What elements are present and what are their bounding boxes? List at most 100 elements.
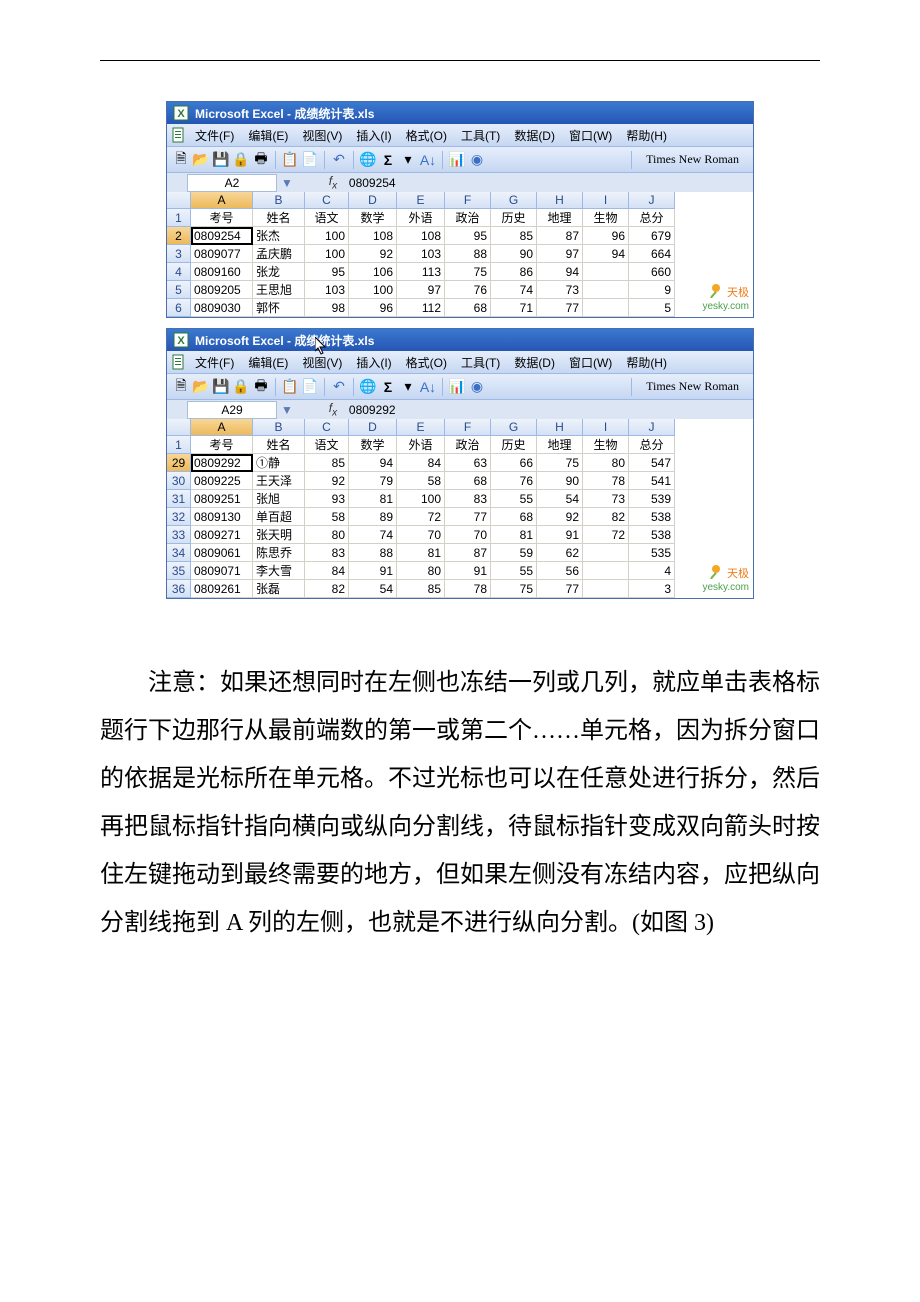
table-cell[interactable] (583, 299, 629, 317)
table-cell[interactable] (583, 281, 629, 299)
table-cell[interactable]: 56 (537, 562, 583, 580)
open-icon[interactable]: 📂 (193, 152, 209, 168)
table-cell[interactable]: 96 (349, 299, 397, 317)
table-cell[interactable]: 4 (629, 562, 675, 580)
table-cell[interactable]: 58 (397, 472, 445, 490)
table-cell[interactable]: 92 (305, 472, 349, 490)
table-header-cell[interactable]: 考号 (191, 436, 253, 454)
table-cell[interactable]: 72 (583, 526, 629, 544)
menu-data[interactable]: 数据(D) (508, 353, 561, 372)
table-cell[interactable]: 82 (583, 508, 629, 526)
table-cell[interactable]: 660 (629, 263, 675, 281)
table-cell[interactable]: 张杰 (253, 227, 305, 245)
hyperlink-icon[interactable]: 🌐 (360, 379, 376, 395)
menu-window[interactable]: 窗口(W) (563, 353, 618, 372)
menu-edit[interactable]: 编辑(E) (242, 126, 294, 145)
table-cell[interactable]: 80 (397, 562, 445, 580)
table-cell[interactable]: 75 (537, 454, 583, 472)
table-cell[interactable]: 孟庆鹏 (253, 245, 305, 263)
save-icon[interactable]: 💾 (213, 152, 229, 168)
table-cell[interactable]: 103 (397, 245, 445, 263)
table-cell[interactable]: 3 (629, 580, 675, 598)
table-cell[interactable]: 91 (445, 562, 491, 580)
column-header[interactable]: B (253, 192, 305, 209)
table-cell[interactable]: 547 (629, 454, 675, 472)
font-name-box[interactable]: Times New Roman (638, 152, 747, 167)
sort-asc-icon[interactable]: A↓ (420, 152, 436, 168)
permission-icon[interactable]: 🔒 (233, 379, 249, 395)
table-header-cell[interactable]: 地理 (537, 436, 583, 454)
column-header[interactable]: J (629, 419, 675, 436)
table-cell[interactable]: 76 (491, 472, 537, 490)
name-box[interactable]: A29 (187, 401, 277, 419)
formula-content[interactable]: 0809292 (343, 403, 396, 417)
table-cell[interactable]: 90 (537, 472, 583, 490)
table-cell[interactable] (583, 562, 629, 580)
column-header[interactable]: I (583, 419, 629, 436)
table-cell[interactable]: 88 (349, 544, 397, 562)
table-cell[interactable]: 0809130 (191, 508, 253, 526)
column-header[interactable]: A (191, 419, 253, 436)
table-header-cell[interactable]: 政治 (445, 436, 491, 454)
table-cell[interactable]: 75 (491, 580, 537, 598)
table-cell[interactable]: 85 (397, 580, 445, 598)
row-header[interactable]: 1 (167, 436, 191, 454)
table-cell[interactable]: 0809271 (191, 526, 253, 544)
table-cell[interactable]: 106 (349, 263, 397, 281)
table-header-cell[interactable]: 政治 (445, 209, 491, 227)
table-cell[interactable]: 100 (305, 245, 349, 263)
table-cell[interactable]: 0809030 (191, 299, 253, 317)
menu-insert[interactable]: 插入(I) (350, 353, 397, 372)
menu-format[interactable]: 格式(O) (400, 126, 453, 145)
table-cell[interactable]: 97 (537, 245, 583, 263)
table-header-cell[interactable]: 历史 (491, 436, 537, 454)
paste-icon[interactable]: 📄 (302, 152, 318, 168)
table-cell[interactable] (583, 263, 629, 281)
column-header[interactable]: F (445, 419, 491, 436)
table-header-cell[interactable]: 地理 (537, 209, 583, 227)
column-header[interactable]: G (491, 192, 537, 209)
table-cell[interactable]: 郭怀 (253, 299, 305, 317)
table-cell[interactable]: 91 (537, 526, 583, 544)
table-cell[interactable]: 98 (305, 299, 349, 317)
menu-insert[interactable]: 插入(I) (350, 126, 397, 145)
table-cell[interactable]: 张磊 (253, 580, 305, 598)
table-cell[interactable]: 0809160 (191, 263, 253, 281)
table-cell[interactable]: 张旭 (253, 490, 305, 508)
row-header[interactable]: 2 (167, 227, 191, 245)
menu-help[interactable]: 帮助(H) (620, 126, 673, 145)
table-cell[interactable]: 54 (537, 490, 583, 508)
table-cell[interactable]: 王思旭 (253, 281, 305, 299)
table-cell[interactable]: 664 (629, 245, 675, 263)
row-header[interactable]: 31 (167, 490, 191, 508)
table-cell[interactable]: 73 (583, 490, 629, 508)
table-cell[interactable]: 74 (491, 281, 537, 299)
row-header[interactable]: 30 (167, 472, 191, 490)
print-icon[interactable]: 🖶 (253, 379, 269, 395)
menu-file[interactable]: 文件(F) (189, 126, 240, 145)
column-header[interactable]: D (349, 192, 397, 209)
row-header[interactable]: 4 (167, 263, 191, 281)
select-all-corner[interactable] (167, 419, 191, 436)
table-cell[interactable]: 74 (349, 526, 397, 544)
table-cell[interactable]: 82 (305, 580, 349, 598)
menu-tools[interactable]: 工具(T) (455, 353, 506, 372)
table-cell[interactable]: 张天明 (253, 526, 305, 544)
table-cell[interactable]: 0809071 (191, 562, 253, 580)
table-cell[interactable]: 94 (349, 454, 397, 472)
table-header-cell[interactable]: 历史 (491, 209, 537, 227)
row-header[interactable]: 1 (167, 209, 191, 227)
table-cell[interactable]: 75 (445, 263, 491, 281)
table-header-cell[interactable]: 外语 (397, 209, 445, 227)
new-icon[interactable]: 🗎 (173, 152, 189, 168)
print-icon[interactable]: 🖶 (253, 152, 269, 168)
table-cell[interactable]: 0809261 (191, 580, 253, 598)
formula-content[interactable]: 0809254 (343, 176, 396, 190)
dropdown-icon[interactable]: ▾ (400, 379, 416, 395)
table-cell[interactable]: 陈思乔 (253, 544, 305, 562)
table-cell[interactable]: 81 (491, 526, 537, 544)
table-cell[interactable]: ①静 (253, 454, 305, 472)
table-cell[interactable]: 112 (397, 299, 445, 317)
table-cell[interactable]: 541 (629, 472, 675, 490)
spreadsheet-grid[interactable]: ABCDEFGHIJ1考号姓名语文数学外语政治历史地理生物总分20809254张… (167, 192, 753, 317)
